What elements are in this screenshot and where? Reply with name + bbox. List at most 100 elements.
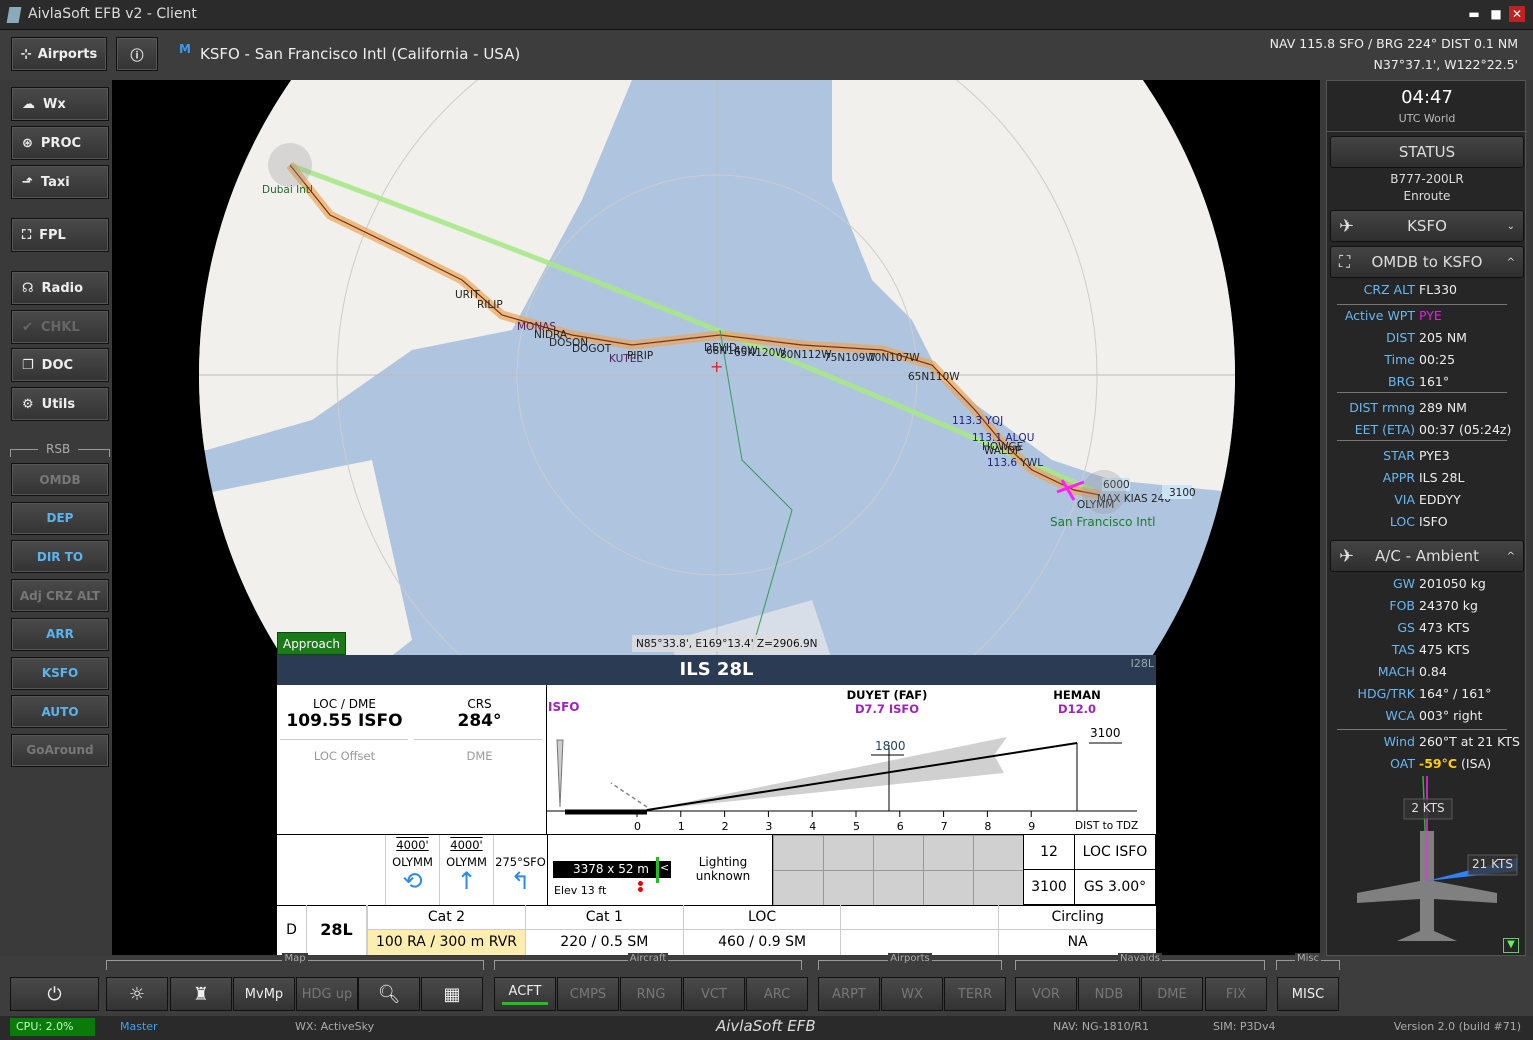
minimize-button[interactable]: ▬ <box>1466 6 1482 22</box>
menu-doc-button[interactable]: ❐ DOC <box>11 348 109 382</box>
rsb-button[interactable]: GoAround <box>11 733 109 767</box>
toolbar-button[interactable]: NDB <box>1078 977 1140 1011</box>
toolbar-button[interactable]: TERR <box>944 977 1006 1011</box>
menu-label: CHKL <box>40 319 80 335</box>
toolbar-button[interactable]: HDG up <box>296 977 358 1011</box>
route-info-row: STAR PYE3 <box>1327 448 1527 468</box>
toolbar-button[interactable]: WX <box>881 977 943 1011</box>
ambient-row: HDG/TRK 164° / 161° <box>1327 686 1527 706</box>
approach-mode-badge[interactable]: Approach <box>277 632 346 655</box>
toolbar-button-label: WX <box>901 986 923 1002</box>
route-info-row: Active WPT PYE <box>1327 308 1527 328</box>
rsb-button[interactable]: Adj CRZ ALT <box>11 579 109 613</box>
rsb-button[interactable]: OMDB <box>11 463 109 496</box>
rsb-button[interactable]: ARR <box>11 617 109 651</box>
ambient-row: GW 201050 kg <box>1327 576 1527 596</box>
ambient-section-label: A/C - Ambient <box>1375 547 1479 565</box>
svg-text:DOGOT: DOGOT <box>572 343 612 355</box>
toolbar-button[interactable]: ☼ <box>106 977 168 1011</box>
toolbar-button[interactable]: ARPT <box>818 977 880 1011</box>
ambient-value: 0.84 <box>1419 664 1447 679</box>
toolbar-group-label: Navaids <box>1118 953 1162 964</box>
dme-label: DME <box>466 749 493 763</box>
minima-value: 220 / 0.5 SM <box>524 930 683 955</box>
toolbar-group-label: Map <box>282 953 308 964</box>
toolbar-button[interactable]: ▦ <box>421 977 483 1011</box>
rsb-button[interactable]: DEP <box>11 501 109 535</box>
toolbar-button[interactable]: MvMp <box>233 977 295 1011</box>
approach-panel: ILS 28L I28L LOC / DME 109.55 ISFO CRS 2… <box>277 655 1157 955</box>
minima-value: 100 RA / 300 m RVR <box>367 930 525 955</box>
airport-section-button[interactable]: ✈ KSFO ⌄ <box>1330 210 1524 242</box>
toolbar-button[interactable]: VCT <box>683 977 745 1011</box>
route-info-value: 161° <box>1419 374 1450 389</box>
route-info-row: BRG 161° <box>1327 374 1527 394</box>
close-button[interactable]: ✕ <box>1509 6 1525 22</box>
toolbar-button[interactable]: ♜ <box>170 977 232 1011</box>
toolbar-button[interactable]: 🔍︎ <box>358 977 420 1011</box>
top-bar: ⊹ Airports ⓘ M KSFO - San Francisco Intl … <box>0 30 1533 80</box>
menu-fpl-button[interactable]: ⛶ FPL <box>11 218 109 252</box>
route-section-button[interactable]: ⛶ OMDB to KSFO ^ <box>1330 246 1524 278</box>
airports-label: Airports <box>37 46 98 62</box>
ambient-label: MACH <box>1377 664 1415 679</box>
maximize-button[interactable]: ■ <box>1488 6 1504 22</box>
toolbar-button[interactable]: FIX <box>1205 977 1267 1011</box>
airports-button[interactable]: ⊹ Airports <box>11 37 107 71</box>
ambient-row: FOB 24370 kg <box>1327 598 1527 618</box>
ambient-value: 003° right <box>1419 708 1483 723</box>
compass-icon: ⊹ <box>20 46 32 62</box>
airport-badge: M <box>179 42 191 56</box>
svg-text:PIRIP: PIRIP <box>627 350 653 362</box>
ambient-label: WCA <box>1385 708 1415 723</box>
oat-label: OAT <box>1390 756 1415 771</box>
rsb-button[interactable]: DIR TO <box>11 540 109 574</box>
menu-label: PROC <box>40 135 82 151</box>
expand-down-button[interactable]: ▼ <box>1503 938 1519 953</box>
rsb-button[interactable]: AUTO <box>11 695 109 729</box>
minima-value: 460 / 0.9 SM <box>682 930 841 955</box>
airplane-landing-icon: ✈ <box>1339 215 1355 237</box>
missed-approach-step: 275°SFO ↰ <box>493 835 547 905</box>
info-button[interactable]: ⓘ <box>116 37 158 71</box>
menu-label: FPL <box>39 227 66 243</box>
toolbar-button[interactable]: ACFT <box>494 977 556 1011</box>
menu-wx-button[interactable]: ☁ Wx <box>11 87 109 121</box>
crs-label: CRS <box>467 697 492 711</box>
axis-tick-label: 2 <box>722 820 729 833</box>
route-info-value: PYE3 <box>1419 448 1450 463</box>
ambient-value: 475 KTS <box>1419 642 1470 657</box>
status-button[interactable]: STATUS <box>1330 136 1524 168</box>
toolbar-button-label: VCT <box>701 986 727 1002</box>
turn-left-icon: ↰ <box>510 867 531 895</box>
toolbar-button[interactable]: ⏻ <box>10 977 99 1011</box>
menu-chkl-button[interactable]: ✔ CHKL <box>11 310 109 344</box>
wx-source: WX: ActiveSky <box>295 1020 375 1033</box>
axis-tick-label: 7 <box>941 820 948 833</box>
ambient-label: Wind <box>1383 734 1415 749</box>
rsb-button[interactable]: KSFO <box>11 656 109 690</box>
route-info-row: DIST rmng 289 NM <box>1327 400 1527 420</box>
menu-radio-button[interactable]: ☊ Radio <box>11 271 109 305</box>
iaf-name: HEMAN <box>1053 688 1101 702</box>
toolbar-button[interactable]: RNG <box>620 977 682 1011</box>
toolbar-button[interactable]: MISC <box>1277 977 1339 1011</box>
info-icon: ⓘ <box>130 48 144 64</box>
axis-tick-label: 4 <box>809 820 816 833</box>
menu-proc-button[interactable]: ⊛ PROC <box>11 126 109 160</box>
ambient-section-button[interactable]: ✈ A/C - Ambient ^ <box>1330 540 1524 572</box>
toolbar-button-label: MvMp <box>244 986 284 1002</box>
route-info-label: Time <box>1384 352 1415 367</box>
menu-utils-button[interactable]: ⚙ Utils <box>11 387 109 421</box>
toolbar-button[interactable]: DME <box>1141 977 1203 1011</box>
route-info-value: 205 NM <box>1419 330 1467 345</box>
toolbar-button[interactable]: CMPS <box>557 977 619 1011</box>
toolbar-button[interactable]: VOR <box>1015 977 1077 1011</box>
destination-airport-marker[interactable] <box>1082 470 1126 514</box>
route-info-label: Active WPT <box>1344 308 1415 323</box>
missed-altitude: 4000' <box>396 838 429 852</box>
origin-airport-marker[interactable] <box>268 143 312 187</box>
menu-taxi-button[interactable]: ⬏ Taxi <box>11 165 109 199</box>
minima-header: Cat 1 <box>524 905 683 930</box>
toolbar-button[interactable]: ARC <box>746 977 808 1011</box>
